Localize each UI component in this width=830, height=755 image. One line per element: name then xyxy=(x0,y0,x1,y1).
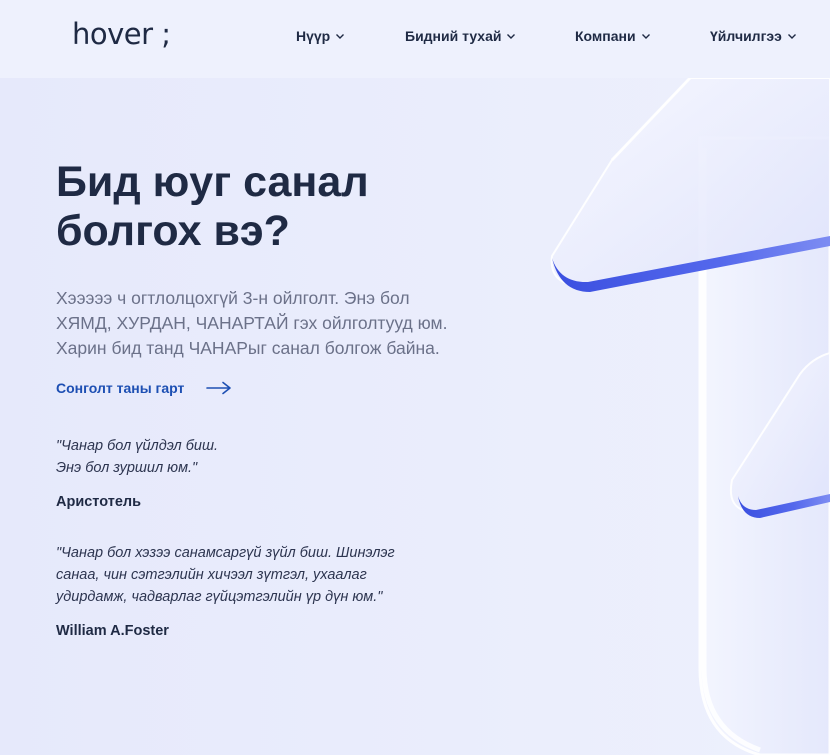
nav-item-label: Нүүр xyxy=(296,28,331,44)
nav-item-label: Үйлчилгээ xyxy=(710,28,782,44)
hero-title-line: Бид юуг санал xyxy=(56,158,369,206)
quote-author: Аристотель xyxy=(56,494,142,510)
description-line: Харин бид танд ЧАНАРыг санал болгож байн… xyxy=(56,338,440,358)
nav-item-label: Компани xyxy=(575,28,636,44)
hero-title: Бид юуг санал болгох вэ? xyxy=(56,158,476,256)
nav-item-services[interactable]: Үйлчилгээ xyxy=(710,26,797,46)
description-line: Хэээээ ч огтлолцохгүй 3-н ойлголт. Энэ б… xyxy=(56,288,410,308)
chevron-down-icon xyxy=(641,34,650,39)
nav-item-home[interactable]: Нүүр xyxy=(296,26,345,46)
nav-item-company[interactable]: Компани xyxy=(575,26,651,46)
quote-line: Энэ бол зуршил юм." xyxy=(56,460,198,476)
site-header: hover ; Нүүр Бидний тухай Компани Үйлчил… xyxy=(0,0,830,78)
arrow-right-icon xyxy=(206,381,232,395)
quote-line: "Чанар бол хэзээ санамсаргүй зүйл биш. Ш… xyxy=(56,545,395,561)
nav-item-about[interactable]: Бидний тухай xyxy=(405,26,516,46)
quote-line: "Чанар бол үйлдэл биш. xyxy=(56,438,219,454)
quote-text: "Чанар бол үйлдэл биш. Энэ бол зуршил юм… xyxy=(56,435,356,479)
description-line: ХЯМД, ХУРДАН, ЧАНАРТАЙ гэх ойлголтууд юм… xyxy=(56,313,448,333)
nav-item-label: Бидний тухай xyxy=(405,28,502,44)
chevron-down-icon xyxy=(507,34,516,39)
hero-title-line: болгох вэ? xyxy=(56,207,290,255)
chevron-down-icon xyxy=(336,34,345,39)
cta-link[interactable]: Сонголт таны гарт xyxy=(56,380,232,396)
cta-label: Сонголт таны гарт xyxy=(56,380,185,396)
hero-description: Хэээээ ч огтлолцохгүй 3-н ойлголт. Энэ б… xyxy=(56,286,476,361)
quote-text: "Чанар бол хэзээ санамсаргүй зүйл биш. Ш… xyxy=(56,542,416,608)
chevron-down-icon xyxy=(787,34,796,39)
logo[interactable]: hover ; xyxy=(72,14,171,54)
quote-line: санаа, чин сэтгэлийн хичээл зүтгэл, ухаа… xyxy=(56,567,367,583)
quote-author: William A.Foster xyxy=(56,623,169,639)
quote-line: удирдамж, чадварлаг гүйцэтгэлийн үр дүн … xyxy=(56,589,383,605)
